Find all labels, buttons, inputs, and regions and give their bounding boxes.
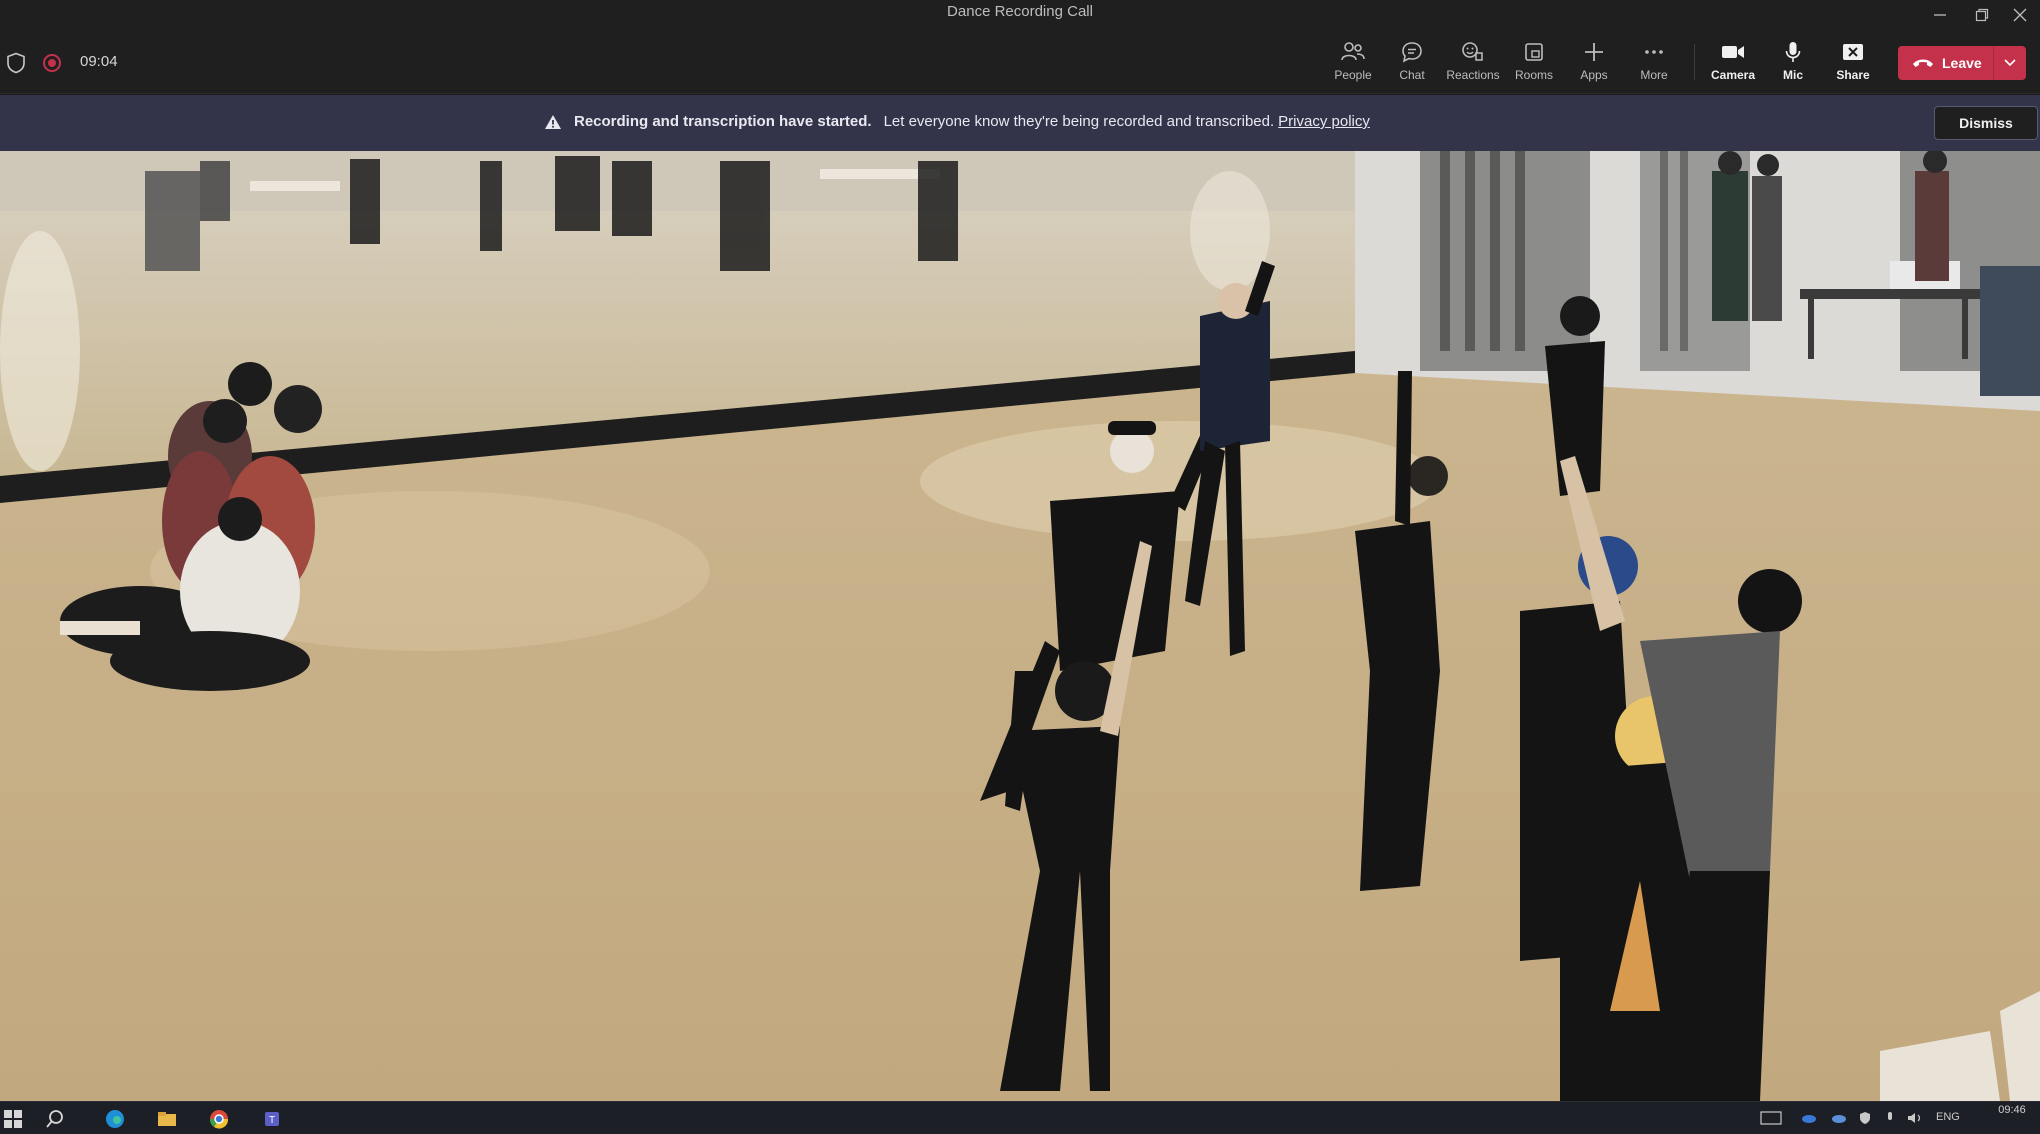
edge-browser-icon[interactable] (104, 1108, 126, 1130)
taskbar-clock[interactable]: 09:46 (1990, 1104, 2034, 1116)
meeting-toolbar: 09:04 People Chat Reactions Rooms Apps M… (0, 30, 2040, 94)
leave-main-button[interactable]: Leave (1898, 46, 1994, 80)
os-taskbar: T ENG 09:46 (0, 1101, 2040, 1134)
toolbar-divider (1694, 44, 1695, 80)
tray-security-icon[interactable] (1858, 1111, 1872, 1125)
banner-text: Let everyone know they're being recorded… (883, 113, 1275, 130)
banner-message: Recording and transcription have started… (544, 113, 1370, 130)
chat-icon (1402, 42, 1422, 63)
title-bar: Dance Recording Call (0, 0, 2040, 30)
banner-bold-text: Recording and transcription have started… (574, 113, 872, 130)
apps-label: Apps (1580, 68, 1608, 82)
tray-onedrive-icon[interactable] (1830, 1111, 1848, 1125)
camera-label: Camera (1710, 68, 1756, 82)
restore-button[interactable] (1962, 0, 2002, 30)
people-icon (1341, 42, 1365, 61)
chevron-down-icon (2004, 59, 2016, 67)
privacy-policy-link[interactable]: Privacy policy (1278, 113, 1370, 130)
people-button[interactable]: People (1325, 38, 1381, 88)
more-label: More (1640, 68, 1668, 82)
more-button[interactable]: More (1626, 38, 1682, 88)
camera-icon (1722, 46, 1744, 58)
close-window-button[interactable] (2000, 0, 2040, 30)
mic-icon (1785, 42, 1801, 62)
recording-banner: Recording and transcription have started… (0, 95, 2040, 151)
rooms-button[interactable]: Rooms (1506, 38, 1562, 88)
mic-button[interactable]: Mic (1765, 38, 1821, 88)
chrome-icon[interactable] (208, 1108, 230, 1130)
tray-language[interactable]: ENG (1936, 1111, 1960, 1123)
apps-icon (1585, 43, 1603, 61)
teams-app-icon[interactable]: T (262, 1108, 284, 1130)
teams-meeting-window: Dance Recording Call 09:04 People Chat R… (0, 0, 2040, 1134)
recording-indicator-icon (43, 54, 61, 72)
video-feed (0, 151, 2040, 1101)
chat-button[interactable]: Chat (1384, 38, 1440, 88)
svg-text:T: T (269, 1115, 275, 1126)
reactions-button[interactable]: Reactions (1445, 38, 1501, 88)
windows-start-icon[interactable] (2, 1108, 24, 1130)
file-explorer-icon[interactable] (156, 1108, 178, 1130)
shield-icon (7, 52, 25, 74)
search-icon[interactable] (44, 1108, 66, 1130)
people-label: People (1334, 68, 1372, 82)
more-icon (1645, 50, 1663, 54)
rooms-label: Rooms (1514, 68, 1553, 82)
tray-display-icon[interactable] (1760, 1111, 1782, 1125)
restore-icon (1975, 8, 1989, 22)
dance-studio-video (0, 151, 2040, 1101)
meeting-timer: 09:04 (80, 53, 118, 70)
phone-hangup-icon (1913, 59, 1933, 67)
rooms-icon (1525, 43, 1543, 61)
reactions-label: Reactions (1446, 68, 1500, 82)
share-button[interactable]: Share (1825, 38, 1881, 88)
tray-mic-icon[interactable] (1884, 1111, 1896, 1125)
share-icon (1843, 44, 1863, 60)
tray-volume-icon[interactable] (1906, 1111, 1924, 1125)
share-label: Share (1836, 68, 1870, 82)
tray-cloud-icon[interactable] (1800, 1111, 1818, 1125)
camera-button[interactable]: Camera (1705, 38, 1761, 88)
leave-options-dropdown[interactable] (1994, 46, 2026, 80)
warning-icon (545, 114, 561, 129)
minimize-icon (1934, 14, 1946, 16)
mic-label: Mic (1782, 68, 1803, 82)
apps-button[interactable]: Apps (1566, 38, 1622, 88)
window-title: Dance Recording Call (947, 3, 1093, 20)
dismiss-button[interactable]: Dismiss (1934, 106, 2038, 140)
minimize-button[interactable] (1920, 0, 1960, 30)
leave-button[interactable]: Leave (1898, 46, 2026, 80)
leave-label: Leave (1942, 55, 1982, 71)
chat-label: Chat (1399, 68, 1425, 82)
close-icon (2013, 8, 2027, 22)
reactions-icon (1462, 42, 1483, 61)
